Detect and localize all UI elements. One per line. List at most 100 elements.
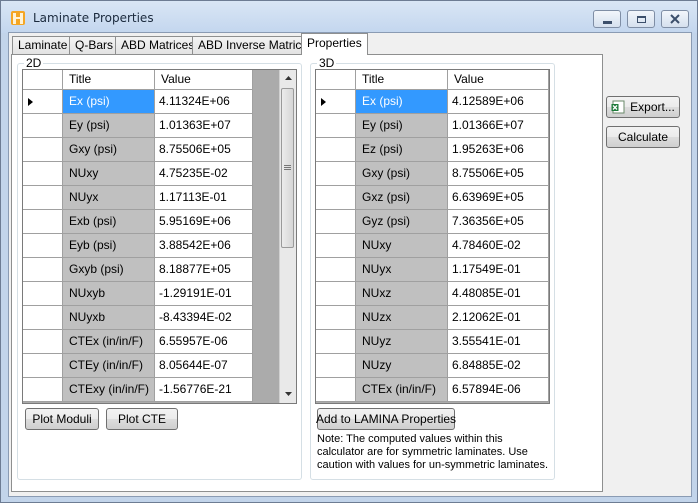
tab-properties[interactable]: Properties [301,33,368,55]
value-cell[interactable]: 4.12589E+06 [448,90,549,114]
value-cell[interactable]: 4.78460E-02 [448,234,549,258]
calculate-button[interactable]: Calculate [606,126,680,148]
title-cell[interactable]: CTEx (in/in/F) [63,330,155,354]
value-cell[interactable]: 6.55957E-06 [155,330,253,354]
table-row[interactable]: Gyz (psi) 7.36356E+05 [316,210,549,234]
table-row[interactable]: NUzy 6.84885E-02 [316,354,549,378]
table-row[interactable]: Ex (psi) 4.12589E+06 [316,90,549,114]
table-row[interactable]: Ey (psi) 1.01366E+07 [316,114,549,138]
row-header[interactable] [23,210,63,234]
table-row[interactable]: CTEx (in/in/F) 6.55957E-06 [23,330,253,354]
row-header[interactable] [316,162,356,186]
row-header[interactable] [23,138,63,162]
row-header[interactable] [23,186,63,210]
minimize-button[interactable] [593,10,621,28]
title-cell[interactable]: NUyxb [63,306,155,330]
table-row[interactable]: NUzx 2.12062E-01 [316,306,549,330]
table-row[interactable]: Ey (psi) 1.01363E+07 [23,114,253,138]
table-row[interactable]: CTExy (in/in/F) -1.56776E-21 [23,378,253,402]
tab-q-bars[interactable]: Q-Bars [69,36,120,54]
table-row[interactable]: Ez (psi) 1.95263E+06 [316,138,549,162]
title-cell[interactable]: Eyb (psi) [63,234,155,258]
value-cell[interactable]: 6.57894E-06 [448,378,549,402]
value-cell[interactable]: -1.56776E-21 [155,378,253,402]
scroll-down-button[interactable] [280,386,296,402]
row-header[interactable] [316,234,356,258]
title-cell[interactable]: Gxy (psi) [356,162,448,186]
title-cell[interactable]: Ex (psi) [356,90,448,114]
title-cell[interactable]: Gxz (psi) [356,186,448,210]
title-cell[interactable]: Ey (psi) [356,114,448,138]
table-row[interactable]: NUxz 4.48085E-01 [316,282,549,306]
value-cell[interactable]: 1.17113E-01 [155,186,253,210]
tab-abd-matrices[interactable]: ABD Matrices [115,36,201,54]
table-row[interactable]: Gxy (psi) 8.75506E+05 [316,162,549,186]
grid-3d[interactable]: Title Value Ex (psi) 4.12589E+06 Ey (psi) 1… [315,69,550,404]
title-cell[interactable]: Gxy (psi) [63,138,155,162]
title-cell[interactable]: NUxy [63,162,155,186]
row-header[interactable] [23,306,63,330]
title-cell[interactable]: NUxy [356,234,448,258]
value-cell[interactable]: 8.18877E+05 [155,258,253,282]
tab-laminate[interactable]: Laminate [12,36,74,54]
row-header[interactable] [316,90,356,114]
title-cell[interactable]: Ey (psi) [63,114,155,138]
row-header[interactable] [23,258,63,282]
plot-moduli-button[interactable]: Plot Moduli [25,408,99,430]
row-header[interactable] [316,378,356,402]
scroll-up-button[interactable] [280,70,296,86]
title-cell[interactable]: Ex (psi) [63,90,155,114]
value-cell[interactable]: 8.05644E-07 [155,354,253,378]
table-row[interactable]: Gxyb (psi) 8.18877E+05 [23,258,253,282]
value-cell[interactable]: -8.43394E-02 [155,306,253,330]
grid-2d-vertical-scrollbar[interactable] [279,70,296,403]
row-header[interactable] [316,114,356,138]
row-header[interactable] [23,378,63,402]
row-header[interactable] [316,138,356,162]
add-to-lamina-properties-button[interactable]: Add to LAMINA Properties [316,408,456,430]
table-row[interactable]: Exb (psi) 5.95169E+06 [23,210,253,234]
table-row[interactable]: NUyz 3.55541E-01 [316,330,549,354]
value-cell[interactable]: 1.17549E-01 [448,258,549,282]
value-cell[interactable]: 4.48085E-01 [448,282,549,306]
row-header[interactable] [316,330,356,354]
grid-2d[interactable]: Title Value Ex (psi) 4.11324E+06 Ey (psi) 1… [22,69,297,404]
row-header[interactable] [316,306,356,330]
close-button[interactable] [661,10,689,28]
table-row[interactable]: Gxy (psi) 8.75506E+05 [23,138,253,162]
column-header-title[interactable]: Title [356,70,448,90]
maximize-button[interactable] [627,10,655,28]
title-cell[interactable]: CTExy (in/in/F) [63,378,155,402]
title-cell[interactable]: Gyz (psi) [356,210,448,234]
value-cell[interactable]: 6.84885E-02 [448,354,549,378]
value-cell[interactable]: 2.12062E-01 [448,306,549,330]
title-cell[interactable]: NUyx [63,186,155,210]
value-cell[interactable]: 1.95263E+06 [448,138,549,162]
value-cell[interactable]: 7.36356E+05 [448,210,549,234]
row-header[interactable] [23,114,63,138]
table-row[interactable]: NUyx 1.17549E-01 [316,258,549,282]
table-row[interactable]: Gxz (psi) 6.63969E+05 [316,186,549,210]
title-cell[interactable]: NUxz [356,282,448,306]
row-header[interactable] [316,258,356,282]
row-header[interactable] [316,354,356,378]
value-cell[interactable]: 4.11324E+06 [155,90,253,114]
table-row[interactable]: CTEx (in/in/F) 6.57894E-06 [316,378,549,402]
table-row[interactable]: NUyxb -8.43394E-02 [23,306,253,330]
column-header-title[interactable]: Title [63,70,155,90]
title-cell[interactable]: NUzy [356,354,448,378]
value-cell[interactable]: 6.63969E+05 [448,186,549,210]
value-cell[interactable]: -1.29191E-01 [155,282,253,306]
value-cell[interactable]: 1.01366E+07 [448,114,549,138]
value-cell[interactable]: 5.95169E+06 [155,210,253,234]
table-row[interactable]: NUxy 4.78460E-02 [316,234,549,258]
table-row[interactable]: Ex (psi) 4.11324E+06 [23,90,253,114]
value-cell[interactable]: 8.75506E+05 [448,162,549,186]
title-cell[interactable]: CTEy (in/in/F) [63,354,155,378]
row-header[interactable] [23,330,63,354]
scroll-thumb[interactable] [281,88,294,248]
row-header[interactable] [316,186,356,210]
column-header-value[interactable]: Value [448,70,549,90]
title-cell[interactable]: Gxyb (psi) [63,258,155,282]
row-header[interactable] [23,282,63,306]
